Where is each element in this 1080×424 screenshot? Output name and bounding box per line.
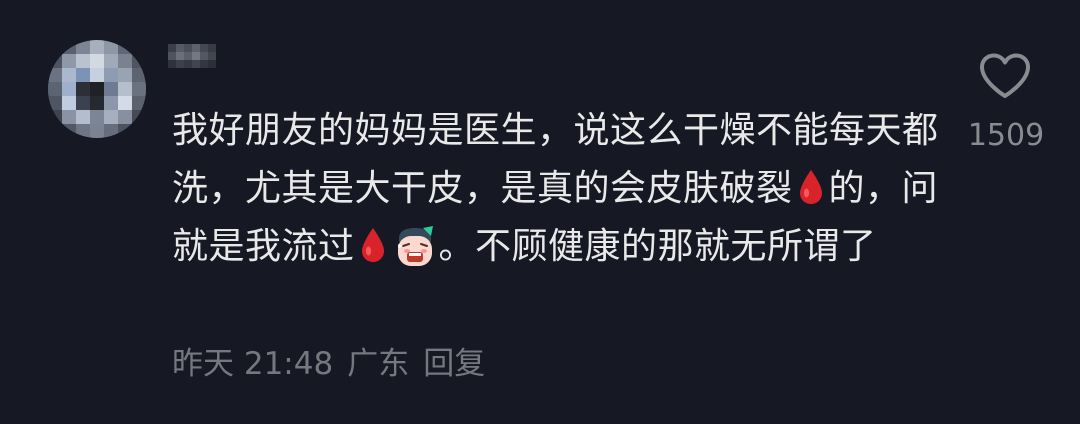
avatar-pixel (90, 96, 104, 110)
avatar-pixel (90, 54, 104, 68)
reply-button[interactable]: 回复 (423, 346, 485, 382)
avatar-pixel (76, 110, 90, 124)
avatar-pixel (48, 110, 62, 124)
avatar-pixel (90, 40, 104, 54)
username-pixel (176, 44, 184, 52)
avatar-pixel (62, 82, 76, 96)
avatar-pixel (90, 110, 104, 124)
comment-time: 昨天 21:48 (172, 346, 334, 382)
avatar-pixel (62, 54, 76, 68)
like-count: 1509 (967, 118, 1045, 153)
username-pixel (200, 44, 208, 52)
username-pixel (200, 60, 208, 68)
username-pixel (168, 60, 176, 68)
avatar-pixel (132, 54, 146, 68)
avatar-pixel (48, 68, 62, 82)
avatar-pixel (132, 96, 146, 110)
avatar-pixel (104, 110, 118, 124)
grimace-face-icon (397, 226, 433, 266)
username-pixel (168, 52, 176, 60)
avatar-pixel (76, 68, 90, 82)
avatar-pixel (104, 82, 118, 96)
avatar-pixel (76, 124, 90, 138)
avatar-pixel (118, 96, 132, 110)
avatar-pixel (104, 40, 118, 54)
avatar-pixel (48, 40, 62, 54)
username-pixel (168, 44, 176, 52)
avatar-pixel (104, 68, 118, 82)
username-pixel (208, 44, 216, 52)
avatar-pixel (62, 124, 76, 138)
avatar-pixel (132, 124, 146, 138)
username-pixel (200, 52, 208, 60)
avatar-pixel (132, 82, 146, 96)
avatar[interactable] (48, 40, 146, 138)
avatar-pixel (118, 124, 132, 138)
avatar-pixel (76, 96, 90, 110)
blood-drop-icon (799, 170, 822, 204)
avatar-pixel (76, 54, 90, 68)
avatar-pixel (104, 124, 118, 138)
avatar-pixel (76, 82, 90, 96)
avatar-pixel (62, 96, 76, 110)
username-pixel (176, 60, 184, 68)
avatar-pixel (90, 82, 104, 96)
avatar-pixel (132, 110, 146, 124)
avatar-pixel (62, 40, 76, 54)
username-pixel (208, 52, 216, 60)
avatar-pixel (118, 40, 132, 54)
heart-outline-icon[interactable] (978, 52, 1032, 100)
comment-item: 我好朋友的妈妈是医生，说这么干燥不能每天都洗，尤其是大干皮，是真的会皮肤破裂 的，… (0, 0, 1080, 424)
comment-location: 广东 (347, 346, 410, 382)
avatar-pixel (62, 110, 76, 124)
avatar-pixel (118, 54, 132, 68)
avatar-pixel (48, 96, 62, 110)
username-pixel (192, 44, 200, 52)
username-pixel (208, 60, 216, 68)
username-pixel (176, 52, 184, 60)
username-pixel (184, 60, 192, 68)
comment-meta: 昨天 21:48 广东 回复 (172, 342, 499, 386)
avatar-pixel (132, 40, 146, 54)
blood-drop-icon (361, 228, 384, 262)
username-mosaic[interactable] (168, 44, 216, 68)
avatar-pixel (104, 54, 118, 68)
username-pixel (184, 44, 192, 52)
avatar-pixel (90, 68, 104, 82)
avatar-pixel (118, 82, 132, 96)
comment-text: 我好朋友的妈妈是医生，说这么干燥不能每天都洗，尤其是大干皮，是真的会皮肤破裂 的，… (172, 102, 942, 276)
avatar-pixel (62, 68, 76, 82)
avatar-pixel (76, 40, 90, 54)
avatar-pixel (90, 124, 104, 138)
avatar-pixel (104, 96, 118, 110)
avatar-pixel (48, 82, 62, 96)
avatar-pixel (118, 68, 132, 82)
username-pixel (184, 52, 192, 60)
comment-text-part3: 。不顾健康的那就无所谓了 (438, 226, 877, 267)
username-pixel (192, 52, 200, 60)
username-pixel (192, 60, 200, 68)
avatar-pixel (118, 110, 132, 124)
avatar-pixel (132, 68, 146, 82)
avatar-pixel (48, 54, 62, 68)
avatar-pixel (48, 124, 62, 138)
